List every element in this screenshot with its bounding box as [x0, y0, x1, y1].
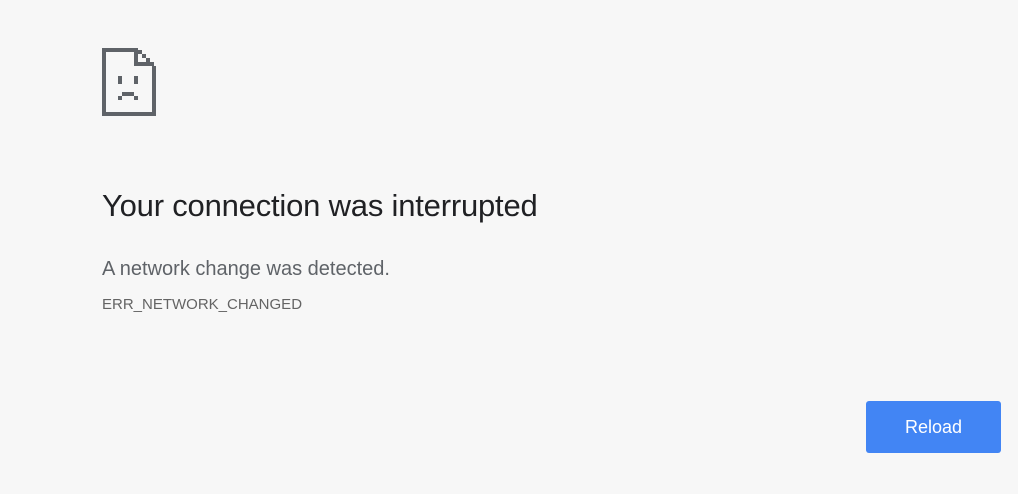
error-code: ERR_NETWORK_CHANGED [102, 296, 303, 313]
sad-document-icon [102, 48, 156, 116]
error-page: Your connection was interrupted A networ… [0, 0, 1018, 502]
bottom-edge [0, 494, 1018, 502]
error-heading: Your connection was interrupted [102, 188, 538, 223]
reload-button[interactable]: Reload [866, 401, 1001, 453]
error-message: A network change was detected. [102, 258, 390, 280]
